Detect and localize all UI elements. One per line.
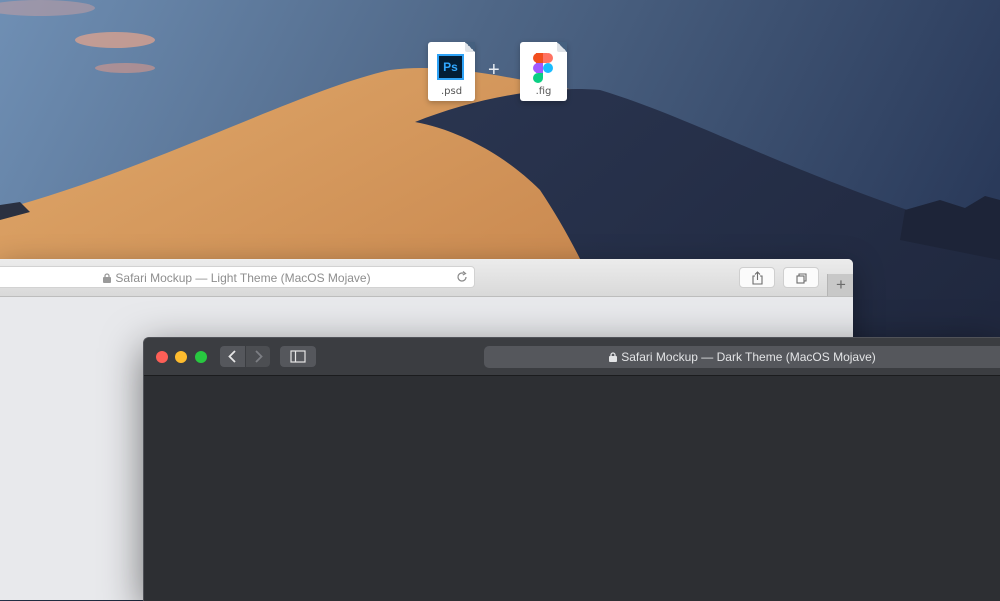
sidebar-icon	[290, 350, 306, 363]
figma-logo	[533, 53, 553, 83]
safari-dark-window: Safari Mockup — Dark Theme (MacOS Mojave…	[143, 337, 1000, 601]
chevron-left-icon	[228, 350, 236, 363]
chevron-right-icon	[255, 350, 263, 363]
zoom-button[interactable]	[195, 351, 207, 363]
forward-button[interactable]	[246, 346, 270, 367]
light-toolbar: Safari Mockup — Light Theme (MacOS Mojav…	[0, 259, 853, 297]
share-icon	[752, 271, 763, 285]
photoshop-file-icon[interactable]: Ps .psd	[428, 42, 475, 101]
minimize-button[interactable]	[175, 351, 187, 363]
lock-icon	[103, 273, 112, 283]
dark-address-bar[interactable]: Safari Mockup — Dark Theme (MacOS Mojave…	[484, 346, 1000, 368]
sidebar-button[interactable]	[280, 346, 316, 367]
psd-file-label: .psd	[440, 86, 463, 97]
show-tabs-button[interactable]	[783, 267, 819, 288]
close-button[interactable]	[156, 351, 168, 363]
light-address-bar[interactable]: Safari Mockup — Light Theme (MacOS Mojav…	[0, 266, 475, 288]
dark-address-text: Safari Mockup — Dark Theme (MacOS Mojave…	[621, 350, 876, 364]
photoshop-logo: Ps	[437, 54, 464, 80]
dark-page-content	[144, 376, 1000, 601]
light-address-text: Safari Mockup — Light Theme (MacOS Mojav…	[115, 271, 371, 285]
tabs-icon	[796, 273, 807, 284]
dark-toolbar: Safari Mockup — Dark Theme (MacOS Mojave…	[144, 338, 1000, 376]
lock-icon	[609, 352, 618, 362]
plus-separator: +	[488, 59, 500, 81]
reload-icon[interactable]	[456, 271, 468, 283]
new-tab-button[interactable]: +	[827, 274, 853, 296]
back-button[interactable]	[220, 346, 245, 367]
fig-file-label: .fig	[535, 86, 552, 97]
figma-file-icon[interactable]: .fig	[520, 42, 567, 101]
share-button[interactable]	[739, 267, 775, 288]
